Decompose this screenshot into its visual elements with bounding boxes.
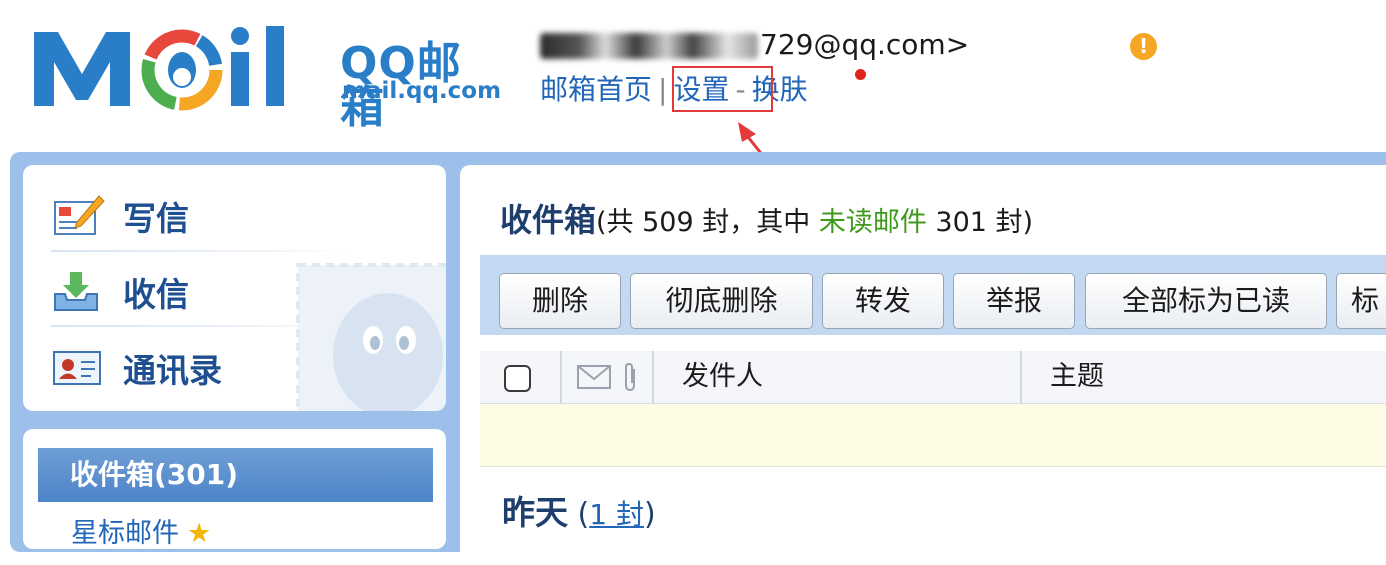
logo-domain: mail.qq.com <box>342 78 502 104</box>
contacts-label: 通讯录 <box>123 351 222 390</box>
group-count-link[interactable]: 1 封 <box>589 498 644 531</box>
compose-button[interactable]: 写信 <box>51 179 321 253</box>
column-sender[interactable]: 发件人 <box>682 351 763 403</box>
sidebar-actions-panel: 写信 收信 通讯录 <box>23 165 446 411</box>
group-count-open: ( <box>577 497 590 532</box>
delete-forever-button[interactable]: 彻底删除 <box>630 273 813 329</box>
inbox-header: 收件箱(共 509 封，其中 未读邮件 301 封) <box>500 200 1033 243</box>
nav-separator: | <box>658 73 668 106</box>
mark-as-button[interactable]: 标 <box>1336 273 1386 329</box>
sidebar-folders-panel: 收件箱(301) 星标邮件 ★ <box>23 429 446 549</box>
exclamation-circle-icon[interactable]: ! <box>1130 33 1157 60</box>
column-divider <box>1020 351 1022 403</box>
receive-button[interactable]: 收信 <box>51 255 321 329</box>
inbox-count-prefix: (共 509 封，其中 <box>596 207 819 238</box>
attachment-icon <box>625 362 635 392</box>
group-count-close: ) <box>643 497 656 532</box>
compose-label: 写信 <box>123 199 189 238</box>
mail-logo-icon <box>34 26 284 111</box>
delete-button[interactable]: 删除 <box>499 273 621 329</box>
redacted-account-name <box>540 33 758 59</box>
sidebar-divider <box>51 325 351 327</box>
inbox-count-suffix: 301 封) <box>926 207 1034 238</box>
column-subject[interactable]: 主题 <box>1050 351 1104 403</box>
report-button[interactable]: 举报 <box>953 273 1075 329</box>
receive-label: 收信 <box>123 275 189 314</box>
envelope-icon <box>577 365 611 389</box>
new-badge-dot <box>855 69 866 80</box>
inbox-download-icon <box>54 272 98 311</box>
column-divider <box>652 351 654 403</box>
sidebar-divider <box>51 250 351 252</box>
sidebar-item-inbox[interactable]: 收件箱(301) <box>38 448 433 502</box>
starred-label: 星标邮件 <box>71 518 179 549</box>
inbox-main: 收件箱(共 509 封，其中 未读邮件 301 封) 删除 彻底删除 转发 举报… <box>460 165 1386 565</box>
settings-highlight-box <box>672 66 773 112</box>
account-address: 729@qq.com> <box>540 30 969 60</box>
select-all-checkbox[interactable] <box>504 365 531 392</box>
forward-button[interactable]: 转发 <box>822 273 944 329</box>
star-icon: ★ <box>187 518 212 549</box>
date-group-label: 昨天 <box>502 493 568 532</box>
unread-link[interactable]: 未读邮件 <box>819 207 927 238</box>
qq-mail-logo[interactable]: QQ邮箱 mail.qq.com <box>30 22 502 130</box>
mail-toolbar: 删除 彻底删除 转发 举报 全部标为已读 标 <box>480 255 1386 335</box>
sidebar-item-starred[interactable]: 星标邮件 ★ <box>71 511 211 549</box>
mail-list-header: 发件人 主题 <box>480 351 1386 404</box>
contacts-card-icon <box>53 351 101 385</box>
nav-mail-home[interactable]: 邮箱首页 <box>540 73 652 106</box>
account-email-suffix: 729@qq.com> <box>760 28 970 61</box>
notice-bar <box>480 404 1386 467</box>
compose-icon <box>54 195 105 235</box>
contacts-button[interactable]: 通讯录 <box>51 331 321 405</box>
page-title: 收件箱 <box>500 201 597 239</box>
mark-all-read-button[interactable]: 全部标为已读 <box>1085 273 1327 329</box>
column-divider <box>560 351 562 403</box>
date-group-header: 昨天 (1 封) <box>502 493 656 535</box>
